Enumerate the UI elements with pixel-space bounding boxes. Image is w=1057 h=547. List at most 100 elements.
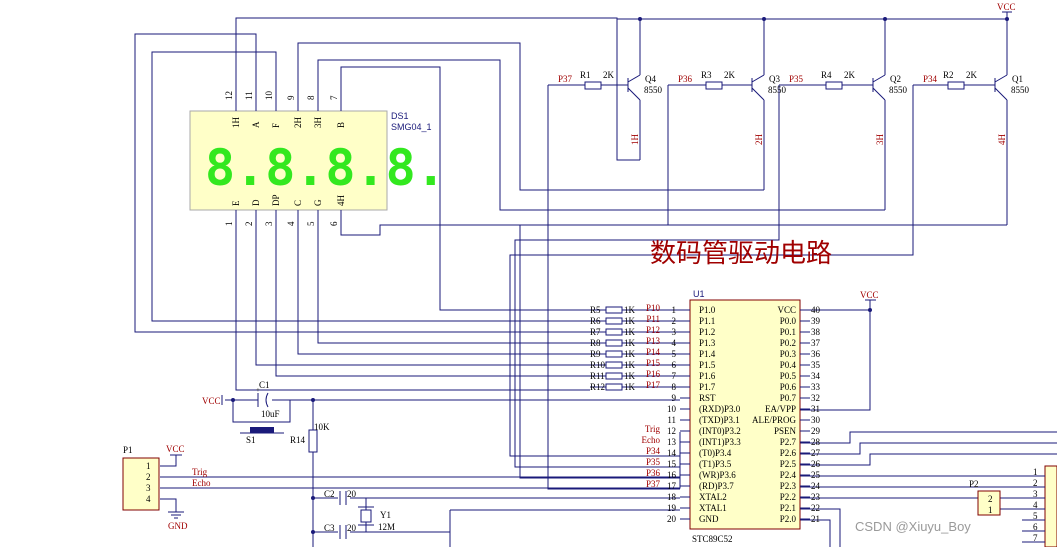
mcu-pin-num: 1 — [672, 305, 677, 315]
transistor-res-ref: R2 — [943, 70, 954, 80]
display-pin-label: 3H — [313, 117, 323, 129]
mcu-ref: U1 — [693, 289, 705, 299]
mcu-part: STC89C52 — [692, 534, 733, 544]
mcu-pin-num: 18 — [667, 492, 677, 502]
mcu-pin-name: P2.3 — [780, 481, 797, 491]
header-pin-num: 5 — [1033, 511, 1038, 521]
mcu-pin-num: 38 — [811, 327, 821, 337]
mcu-pin-name: P2.2 — [780, 492, 796, 502]
connector-p2: P2 2 1 — [969, 479, 1001, 516]
p1-ref: P1 — [123, 445, 133, 455]
mcu-pin-name: P1.5 — [699, 360, 716, 370]
mcu-pin-name: XTAL1 — [699, 503, 727, 513]
r14-body — [308, 429, 318, 453]
mcu-pin-name: P1.3 — [699, 338, 716, 348]
mcu-pin-name: P1.0 — [699, 305, 716, 315]
header-pin-num: 4 — [1033, 500, 1038, 510]
display-pin-num: 3 — [264, 221, 274, 226]
seg-res-ref: R6 — [590, 316, 601, 326]
transistor-part: 8550 — [889, 85, 908, 95]
mcu-pin-num: 39 — [811, 316, 821, 326]
transistor-res-val: 2K — [844, 70, 856, 80]
seg-res-val: 1K — [624, 338, 636, 348]
mcu-pin-num: 32 — [811, 393, 820, 403]
mcu-net-label: P17 — [646, 380, 661, 390]
transistor-res-ref: R3 — [701, 70, 712, 80]
c1-value: 10uF — [261, 409, 280, 419]
vcc-label-mcu: VCC — [860, 290, 879, 300]
y1-value: 12M — [378, 522, 395, 532]
transistor-res-ref: R1 — [580, 70, 591, 80]
mcu-net-label: P15 — [646, 358, 661, 368]
mcu-pin-num: 28 — [811, 437, 821, 447]
mcu-pin-name: P2.4 — [780, 470, 797, 480]
header-pin-num: 7 — [1033, 533, 1038, 543]
segment-resistors: R5 1K R6 1K R7 1K R8 1K R9 1K R10 1K R11 1K R12 1K — [590, 305, 638, 392]
display-pin-num: 9 — [286, 95, 296, 100]
mcu-pin-name: P0.2 — [780, 338, 796, 348]
seg-res-ref: R8 — [590, 338, 601, 348]
mcu-pin-name: (RD)P3.7 — [699, 481, 734, 491]
mcu-pin-num: 4 — [672, 338, 677, 348]
seg-res-val: 1K — [624, 360, 636, 370]
c1-ref: C1 — [259, 380, 270, 390]
display-pin-label: A — [251, 121, 261, 128]
mcu-pin-name: P1.2 — [699, 327, 715, 337]
c3-ref: C3 — [324, 523, 335, 533]
mcu-pin-num: 8 — [672, 382, 677, 392]
mcu-pin-name: P2.6 — [780, 448, 797, 458]
mcu-pin-name: P0.3 — [780, 349, 797, 359]
mcu-pin-name: (TXD)P3.1 — [699, 415, 740, 425]
mcu-pin-num: 35 — [811, 360, 821, 370]
svg-text:3: 3 — [146, 483, 151, 493]
mcu-pin-name: P2.5 — [780, 459, 797, 469]
mcu-net-label: Trig — [645, 424, 661, 434]
mcu-pin-name: P2.1 — [780, 503, 796, 513]
mcu-pin-num: 31 — [811, 404, 820, 414]
seg-res-val: 1K — [624, 382, 636, 392]
display-pin-num: 2 — [244, 222, 254, 227]
mcu-pin-num: 22 — [811, 503, 820, 513]
mcu-pin-name: P0.1 — [780, 327, 796, 337]
mcu-pin-name: P1.4 — [699, 349, 716, 359]
display-pin-num: 8 — [306, 95, 316, 100]
c3-value: 20 — [347, 523, 357, 533]
display-digits: 8.8.8.8. — [205, 139, 446, 197]
mcu-net-label: P12 — [646, 325, 660, 335]
seg-res-val: 1K — [624, 316, 636, 326]
mcu-pin-num: 5 — [672, 349, 677, 359]
mcu-net-label: P35 — [646, 457, 661, 467]
watermark: CSDN @Xiuyu_Boy — [855, 519, 971, 534]
schematic-canvas: 8.8.8.8. DS1 SMG04_1 121H11A10F92H83H7B … — [122, 2, 1057, 547]
mcu-pin-num: 37 — [811, 338, 821, 348]
seg-res-ref: R9 — [590, 349, 601, 359]
mcu-pin-num: 33 — [811, 382, 821, 392]
display-ref: DS1 — [391, 111, 409, 121]
y1-ref: Y1 — [380, 510, 391, 520]
mcu-pin-name: P0.7 — [780, 393, 797, 403]
mcu-pin-name: RST — [699, 393, 716, 403]
display-pin-num: 1 — [224, 222, 234, 227]
transistor-q2: P35 R4 2K Q28550 3H — [779, 70, 908, 145]
mcu-pin-name: (INT1)P3.3 — [699, 437, 741, 447]
mcu-net-label: P36 — [646, 468, 661, 478]
display-pin-label: C — [293, 200, 303, 206]
mcu-pin-num: 9 — [672, 393, 677, 403]
mcu-pin-name: (WR)P3.6 — [699, 470, 736, 480]
transistor-ref: Q4 — [645, 74, 656, 84]
mcu-pin-name: (INT0)P3.2 — [699, 426, 741, 436]
mcu-pin-num: 29 — [811, 426, 821, 436]
svg-text:1: 1 — [988, 505, 993, 515]
mcu-pin-name: P0.5 — [780, 371, 797, 381]
transistor-out: 1H — [630, 134, 640, 146]
transistor-ref: Q1 — [1012, 74, 1023, 84]
mcu-u1: U1 STC89C52 1 P1.0 2 P1.1 3 P1.2 4 P1.3 5 P1.4 6 P1… — [642, 289, 821, 544]
seg-res-ref: R11 — [590, 371, 605, 381]
display-pin-num: 6 — [329, 221, 339, 226]
display-pin-label: 1H — [231, 117, 241, 129]
transistor-out: 2H — [754, 134, 764, 146]
mcu-net-label: P16 — [646, 369, 661, 379]
transistor-res-val: 2K — [603, 70, 615, 80]
mcu-pin-num: 24 — [811, 481, 821, 491]
vcc-label-top: VCC — [997, 2, 1016, 12]
